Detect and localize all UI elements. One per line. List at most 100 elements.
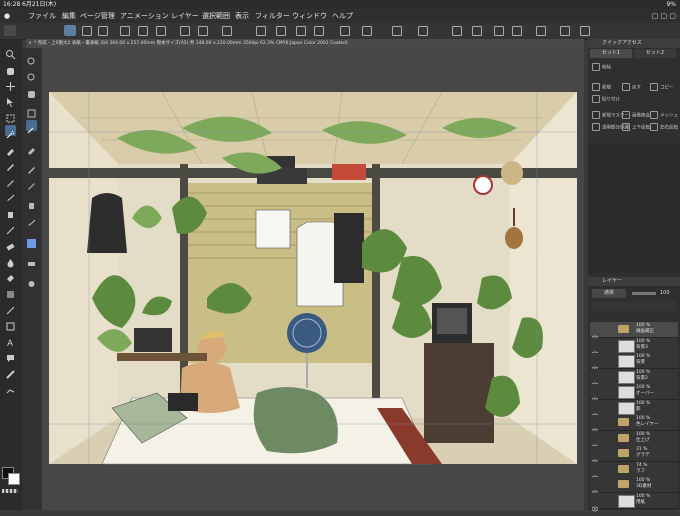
pen-setting-icon[interactable] [392,26,402,36]
subtool-eyedrop-icon[interactable] [26,140,37,155]
airbrush-tool-icon[interactable] [5,205,16,218]
visibility-eye-icon[interactable] [591,497,599,511]
fullscreen-icon[interactable] [580,26,590,36]
stabilizer-icon[interactable] [418,26,428,36]
clear-icon[interactable] [222,26,232,36]
canvas-area[interactable] [42,48,584,510]
copy-icon[interactable] [82,26,92,36]
menu-toggle-icon[interactable] [4,25,16,36]
redo-icon[interactable] [198,26,208,36]
menu-edit[interactable]: 編集 [62,9,76,23]
opacity-slider[interactable] [632,292,656,295]
subtool-g-pen-icon[interactable] [26,160,37,174]
help-icon[interactable] [452,26,462,36]
quick-btn-new[interactable]: 新規 [592,83,611,93]
layer-row[interactable]: 100 % 背景2 [590,368,678,387]
quick-btn-paste[interactable]: 貼り付け [592,95,620,105]
auto-select-tool-icon[interactable] [5,125,16,139]
quick-access-header[interactable]: クイックアクセス [588,39,680,48]
tab-set1[interactable]: セット1 [590,49,632,58]
close-tab-icon[interactable]: × [26,39,34,48]
save-icon[interactable] [138,26,148,36]
sub-color-swatch[interactable] [8,473,20,485]
illustration-canvas[interactable] [42,48,584,510]
visibility-eye-icon[interactable] [591,481,599,496]
tab-set2[interactable]: セット2 [634,49,676,58]
layer-row[interactable]: 100 % 背景 [590,353,678,372]
crop-icon[interactable] [314,26,324,36]
transparent-color-swatch[interactable] [2,489,18,493]
pencil-tool-icon[interactable] [5,173,16,187]
figure-tool-icon[interactable] [5,301,16,315]
menu-filter[interactable]: フィルター [255,9,290,23]
menu-page[interactable]: ページ管理 [80,9,115,23]
window-controls[interactable]: ▢ ▢ ▢ [652,9,676,23]
quick-btn-mesh[interactable]: メッシュ [650,111,678,121]
visibility-eye-icon[interactable] [591,326,599,341]
hand-tool-icon[interactable] [5,61,16,75]
layer-row[interactable]: 100 % 背景3 [590,337,678,356]
menu-file[interactable]: ファイル [28,9,56,23]
visibility-eye-icon[interactable] [591,419,599,434]
visibility-eye-icon[interactable] [591,466,599,480]
menu-animation[interactable]: アニメーション [120,9,169,23]
layer-row[interactable]: 100 % 3D素材 [590,477,678,496]
layer-row[interactable]: 100 % 影 [590,399,678,418]
layer-row[interactable]: 100 % 仕上げ [590,430,678,449]
app-menu-icon[interactable]: ● [4,9,10,23]
cloud-icon[interactable] [536,26,546,36]
quick-btn-delete[interactable]: 削除 [592,63,611,73]
visibility-eye-icon[interactable] [591,450,599,465]
fill-icon[interactable] [340,26,350,36]
balloon-tool-icon[interactable] [5,349,16,362]
export-icon[interactable] [156,26,166,36]
document-tab[interactable]: × * 完成 - 上0箇大2 表紙・裏表紙 (B4 364.00 x 257.00… [26,39,584,48]
zoom-tool-icon[interactable] [5,45,16,60]
subtool-rect-select-icon[interactable] [26,104,37,118]
subtool-blue-swatch-icon[interactable] [26,234,37,248]
text-tool-icon[interactable]: A [5,333,16,349]
ruler-tool-icon[interactable] [5,365,16,379]
fill-tool-icon[interactable] [5,269,16,282]
layer-row[interactable]: 100 % オーバー [590,384,678,403]
visibility-eye-icon[interactable] [591,373,599,387]
blend-tool-icon[interactable] [5,253,16,268]
selection-tool-icon[interactable] [5,109,16,123]
quick-btn-copy[interactable]: コピー [650,83,674,93]
transform-icon[interactable] [296,26,306,36]
canvas-tool-button[interactable] [64,25,76,36]
menu-selection[interactable]: 選択範囲 [202,9,230,23]
layer-row[interactable]: 100 % 用紙 [590,492,678,511]
visibility-eye-icon[interactable] [591,357,599,372]
visibility-eye-icon[interactable] [591,342,599,356]
subtool-blend-icon[interactable] [26,274,37,287]
menu-layer[interactable]: レイヤー [171,9,199,23]
undo-icon[interactable] [180,26,190,36]
deselect-icon[interactable] [256,26,266,36]
subtool-zoom-out-icon[interactable] [26,68,37,81]
subtool-zoom-in-icon[interactable] [26,52,37,65]
subtool-brush-icon[interactable] [26,214,37,227]
subtool-magic-wand-icon[interactable] [26,120,37,134]
layer-row[interactable]: 74 % ラフ [590,461,678,480]
settings-icon[interactable] [472,26,482,36]
subtool-eraser-icon[interactable] [26,254,37,266]
layer-row[interactable]: 100 % 色レイヤー [590,415,678,434]
visibility-eye-icon[interactable] [591,388,599,403]
visibility-eye-icon[interactable] [591,435,599,449]
subtool-marker-icon[interactable] [26,196,37,209]
opacity-value[interactable]: 100 [660,289,676,298]
layer-panel-header[interactable]: レイヤー [588,277,680,286]
correct-line-tool-icon[interactable] [5,381,16,394]
gradient-tool-icon[interactable] [5,285,16,298]
invert-selection-icon[interactable] [276,26,286,36]
layer-row[interactable]: 31 % グラデ [590,446,678,465]
ruler-icon[interactable] [362,26,372,36]
menu-window[interactable]: ウィンドウ [292,9,327,23]
move-tool-icon[interactable] [5,77,16,91]
operation-tool-icon[interactable] [5,93,16,107]
subtool-pencil-icon[interactable] [26,176,37,190]
quick-btn-flip-h[interactable]: 左右反転 [650,123,678,133]
eraser-tool-icon[interactable] [5,237,16,251]
eyedropper-tool-icon[interactable] [5,141,16,156]
